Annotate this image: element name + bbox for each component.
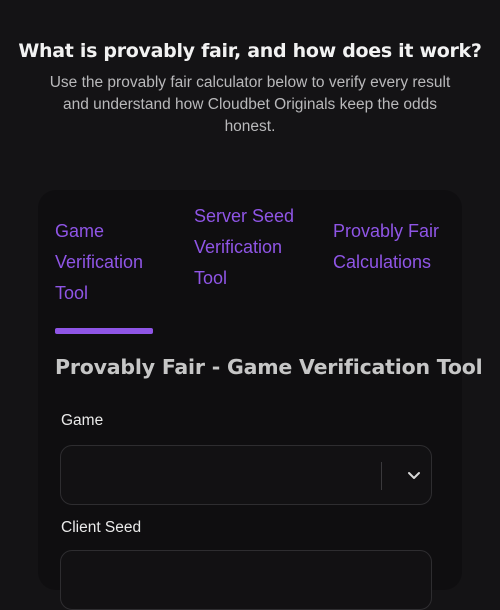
tab-server-seed-verification-tool[interactable]: Server Seed Verification Tool bbox=[194, 201, 314, 294]
client-seed-label: Client Seed bbox=[61, 519, 142, 536]
client-seed-input[interactable] bbox=[60, 550, 432, 610]
active-tab-indicator bbox=[55, 328, 153, 334]
select-divider bbox=[381, 462, 382, 490]
page-header: What is provably fair, and how does it w… bbox=[0, 40, 500, 138]
section-title: Provably Fair - Game Verification Tool bbox=[55, 355, 483, 379]
game-label: Game bbox=[61, 412, 104, 429]
chevron-down-icon[interactable] bbox=[405, 466, 423, 484]
tab-game-verification-tool[interactable]: Game Verification Tool bbox=[55, 216, 175, 309]
page-title: What is provably fair, and how does it w… bbox=[18, 40, 482, 62]
page-description: Use the provably fair calculator below t… bbox=[49, 74, 451, 135]
tab-provably-fair-calculations[interactable]: Provably Fair Calculations bbox=[333, 216, 453, 278]
game-select[interactable] bbox=[60, 445, 432, 505]
